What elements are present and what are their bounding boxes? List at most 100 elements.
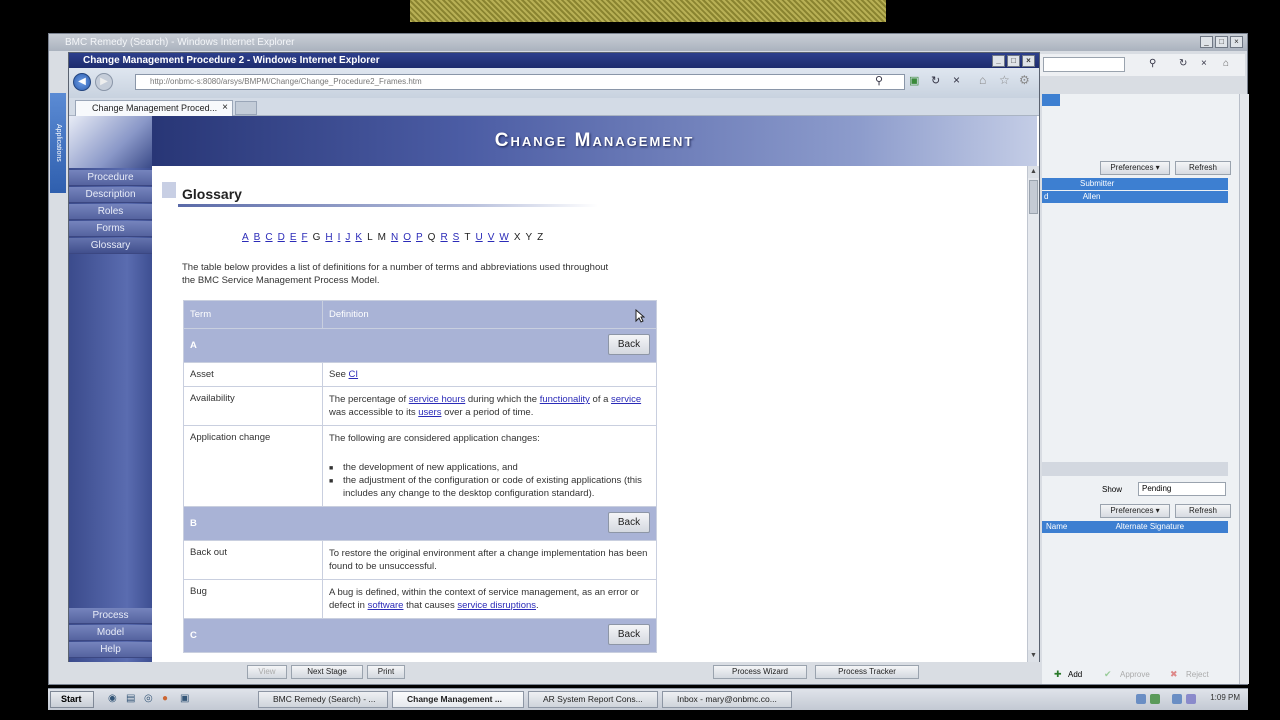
alphabet-letter-f[interactable]: F [301, 232, 307, 243]
task-ar-system-report[interactable]: AR System Report Cons... [528, 691, 658, 708]
maximize-button[interactable]: □ [1007, 55, 1020, 67]
table-row[interactable]: Submitter [1042, 178, 1228, 190]
column-header-name[interactable]: Name [1042, 522, 1067, 531]
favorites-icon[interactable]: ☆ [999, 73, 1010, 87]
alphabet-letter-w[interactable]: W [499, 232, 508, 243]
back-arrow-icon[interactable]: ◀ [73, 73, 91, 91]
task-change-management[interactable]: Change Management ... [392, 691, 524, 708]
minimize-button[interactable]: _ [992, 55, 1005, 67]
app-quicklaunch-icon[interactable]: ▣ [180, 693, 189, 704]
back-button[interactable]: Back [608, 624, 650, 645]
search-icon[interactable]: ⚲ [1149, 58, 1156, 69]
back-button[interactable]: Back [608, 512, 650, 533]
task-bmc-remedy[interactable]: BMC Remedy (Search) - ... [258, 691, 388, 708]
link-ci[interactable]: CI [349, 369, 359, 380]
alphabet-letter-j[interactable]: J [345, 232, 350, 243]
nav-item-description[interactable]: Description [69, 187, 152, 203]
browser-quicklaunch-icon[interactable]: ◎ [144, 693, 153, 704]
letter-heading: C [190, 630, 197, 641]
preferences-button[interactable]: Preferences ▾ [1100, 161, 1170, 175]
alphabet-letter-u[interactable]: U [475, 232, 482, 243]
scroll-thumb[interactable] [1029, 180, 1038, 214]
search-icon[interactable]: ⚲ [875, 74, 883, 87]
close-button[interactable]: × [1230, 36, 1243, 48]
alphabet-letter-p[interactable]: P [416, 232, 423, 243]
definition-cell: A bug is defined, within the context of … [322, 579, 657, 619]
applications-side-tab[interactable]: Applications [50, 93, 66, 193]
reject-icon: ✖ [1170, 669, 1178, 679]
nav-item-procedure[interactable]: Procedure [69, 170, 152, 186]
alphabet-letter-s[interactable]: S [453, 232, 460, 243]
tab-close-icon[interactable]: × [222, 101, 228, 115]
close-button[interactable]: × [1022, 55, 1035, 67]
nav-item-glossary[interactable]: Glossary [69, 238, 152, 254]
refresh-icon[interactable]: ↻ [931, 74, 940, 87]
alphabet-letter-r[interactable]: R [440, 232, 447, 243]
link-functionality[interactable]: functionality [540, 394, 590, 405]
stop-icon[interactable]: × [953, 73, 960, 87]
nav-item-forms[interactable]: Forms [69, 221, 152, 237]
scroll-down-icon[interactable]: ▼ [1028, 650, 1039, 662]
compatibility-icon[interactable]: ▣ [909, 74, 919, 87]
preferences-button-2[interactable]: Preferences ▾ [1100, 504, 1170, 518]
refresh-button-2[interactable]: Refresh [1175, 504, 1231, 518]
home-icon[interactable]: ⌂ [1223, 58, 1229, 69]
task-inbox[interactable]: Inbox - mary@onbmc.co... [662, 691, 792, 708]
back-search-input[interactable] [1043, 57, 1125, 72]
alphabet-letter-h[interactable]: H [325, 232, 332, 243]
process-wizard-button[interactable]: Process Wizard [713, 665, 807, 679]
alphabet-letter-v[interactable]: V [488, 232, 495, 243]
tab-change-management[interactable]: Change Management Proced... × [75, 100, 233, 116]
add-button[interactable]: Add [1068, 670, 1082, 679]
tools-icon[interactable]: ⚙ [1019, 73, 1030, 87]
refresh-button[interactable]: Refresh [1175, 161, 1231, 175]
next-stage-button[interactable]: Next Stage [291, 665, 363, 679]
alphabet-letter-o[interactable]: O [403, 232, 411, 243]
stop-icon[interactable]: × [1201, 58, 1207, 69]
link-users[interactable]: users [418, 407, 441, 418]
link-software[interactable]: software [368, 600, 404, 611]
nav-item-model[interactable]: Model [69, 625, 152, 641]
link-service-hours[interactable]: service hours [409, 394, 466, 405]
maximize-button[interactable]: □ [1215, 36, 1228, 48]
table-row-selected[interactable]: d Allen [1042, 191, 1228, 203]
nav-item-process[interactable]: Process [69, 608, 152, 624]
home-icon[interactable]: ⌂ [979, 73, 986, 87]
alphabet-letter-n[interactable]: N [391, 232, 398, 243]
process-tracker-button[interactable]: Process Tracker [815, 665, 919, 679]
nav-item-roles[interactable]: Roles [69, 204, 152, 220]
show-select[interactable]: Pending [1138, 482, 1226, 496]
security-tray-icon[interactable] [1186, 694, 1196, 704]
firefox-quicklaunch-icon[interactable]: ● [162, 693, 168, 704]
back-button[interactable]: Back [608, 334, 650, 355]
address-input[interactable]: http://onbmc-s:8080/arsys/BMPM/Change/Ch… [135, 74, 905, 90]
alphabet-letter-e[interactable]: E [290, 232, 297, 243]
reject-button[interactable]: Reject [1186, 670, 1209, 679]
link-service[interactable]: service [611, 394, 641, 405]
ie-quicklaunch-icon[interactable]: ◉ [108, 693, 117, 704]
alphabet-letter-b[interactable]: B [254, 232, 261, 243]
minimize-button[interactable]: _ [1200, 36, 1213, 48]
column-header-alt[interactable]: Alternate Signature [1070, 522, 1185, 531]
refresh-icon[interactable]: ↻ [1179, 58, 1187, 69]
explorer-quicklaunch-icon[interactable]: ▤ [126, 693, 135, 704]
new-tab-button[interactable] [235, 101, 257, 115]
alphabet-letter-k[interactable]: K [355, 232, 362, 243]
print-button[interactable]: Print [367, 665, 405, 679]
alphabet-letter-d[interactable]: D [278, 232, 285, 243]
network-tray-icon[interactable] [1136, 694, 1146, 704]
content-scrollbar[interactable]: ▲ ▼ [1027, 166, 1039, 662]
alphabet-letter-c[interactable]: C [265, 232, 272, 243]
approve-button[interactable]: Approve [1120, 670, 1150, 679]
alphabet-letter-i[interactable]: I [338, 232, 341, 243]
back-scrollbar[interactable] [1239, 94, 1249, 684]
scroll-up-icon[interactable]: ▲ [1028, 166, 1039, 178]
status-tray-icon[interactable] [1150, 694, 1160, 704]
link-service-disruptions[interactable]: service disruptions [457, 600, 536, 611]
alphabet-letter-a[interactable]: A [242, 232, 249, 243]
volume-tray-icon[interactable] [1172, 694, 1182, 704]
nav-item-help[interactable]: Help [69, 642, 152, 658]
start-button[interactable]: Start [50, 691, 94, 708]
view-button[interactable]: View [247, 665, 287, 679]
forward-arrow-icon[interactable]: ▶ [95, 73, 113, 91]
